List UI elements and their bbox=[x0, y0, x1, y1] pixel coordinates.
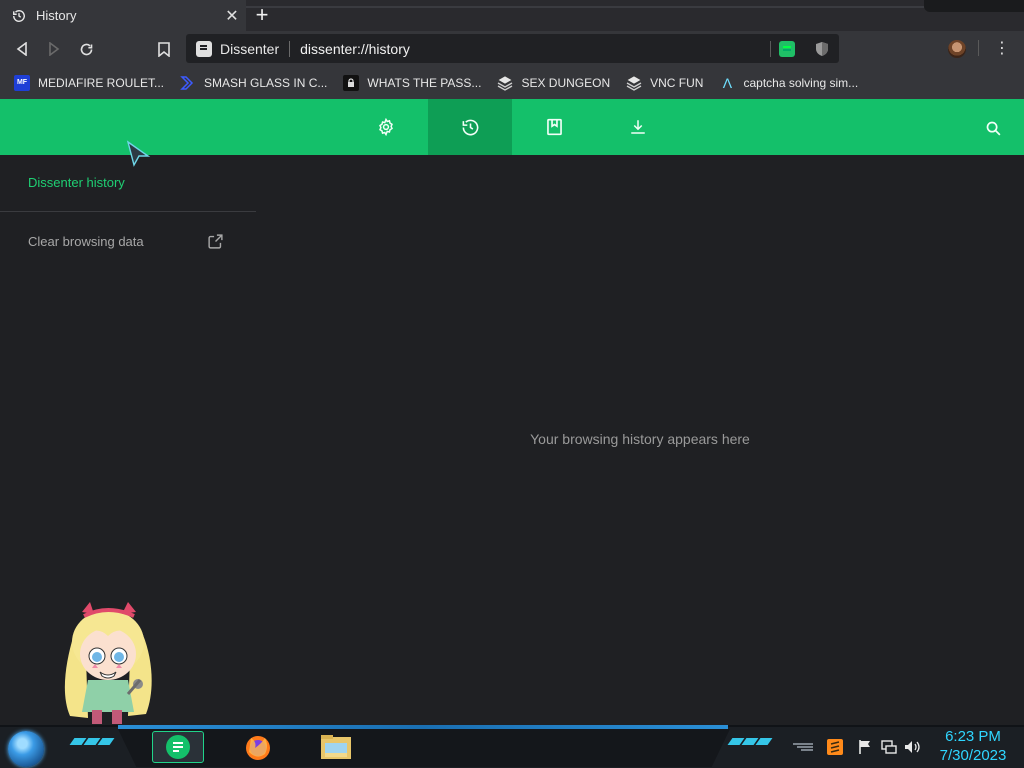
network-icon[interactable] bbox=[880, 738, 898, 756]
flag-icon bbox=[859, 740, 870, 754]
folder-icon bbox=[321, 735, 351, 759]
bookmarks-button[interactable] bbox=[512, 99, 596, 155]
mediafire-icon: MF bbox=[14, 74, 30, 91]
clock-date: 7/30/2023 bbox=[939, 747, 1007, 764]
url-text[interactable]: dissenter://history bbox=[300, 41, 770, 57]
forward-button[interactable] bbox=[40, 35, 68, 63]
new-tab-button[interactable]: + bbox=[251, 4, 273, 26]
dissenter-app-icon bbox=[166, 735, 190, 759]
download-icon bbox=[631, 120, 645, 134]
clear-browsing-data-label: Clear browsing data bbox=[28, 233, 144, 249]
extensions-divider bbox=[770, 40, 771, 57]
bookmark-item[interactable]: Λ captcha solving sim... bbox=[719, 75, 858, 91]
bookmark-label: VNC FUN bbox=[650, 75, 704, 90]
history-icon bbox=[12, 9, 26, 23]
start-button[interactable] bbox=[8, 731, 44, 767]
bookmark-label: SEX DUNGEON bbox=[521, 75, 611, 90]
bookmark-label: WHATS THE PASS... bbox=[367, 75, 482, 90]
tab-close-icon[interactable]: ✕ bbox=[220, 4, 244, 28]
bookmarks-bar: MF MEDIAFIRE ROULET... SMASH GLASS IN C.… bbox=[0, 66, 1024, 99]
tab-history[interactable]: History ✕ bbox=[0, 0, 246, 31]
search-button[interactable] bbox=[978, 113, 1008, 143]
bookmark-item[interactable]: MF MEDIAFIRE ROULET... bbox=[14, 74, 165, 91]
browser-toolbar: Dissenter dissenter://history bbox=[0, 31, 1024, 66]
bookmark-item[interactable]: SEX DUNGEON bbox=[497, 75, 610, 91]
empty-history-message: Your browsing history appears here bbox=[530, 431, 750, 447]
tab-strip: History ✕ + bbox=[0, 0, 1024, 31]
bookmark-label: captcha solving sim... bbox=[743, 75, 859, 90]
lock-icon bbox=[343, 74, 360, 91]
menu-divider bbox=[978, 40, 979, 56]
window-frame-decoration bbox=[924, 0, 1024, 12]
sidebar-title[interactable]: Dissenter history bbox=[28, 175, 125, 190]
history-app-bar bbox=[0, 99, 1024, 155]
address-bar[interactable]: Dissenter dissenter://history bbox=[186, 34, 839, 63]
firefox-taskbar-button[interactable] bbox=[232, 731, 284, 763]
bookmark-label: MEDIAFIRE ROULET... bbox=[38, 75, 165, 90]
shield-icon[interactable] bbox=[815, 41, 829, 57]
site-name: Dissenter bbox=[220, 40, 280, 57]
external-link-icon bbox=[208, 233, 223, 249]
gear-icon bbox=[379, 118, 393, 136]
layers-icon bbox=[497, 75, 514, 91]
clear-browsing-data-link[interactable]: Clear browsing data bbox=[28, 231, 224, 251]
reload-icon bbox=[80, 43, 92, 55]
taskbar-decoration bbox=[69, 738, 115, 748]
show-hidden-icons-button[interactable] bbox=[792, 738, 814, 756]
firefox-icon bbox=[246, 736, 270, 760]
dissenter-site-icon bbox=[196, 40, 212, 57]
taskbar-glow-line bbox=[118, 725, 728, 729]
search-icon bbox=[986, 121, 1000, 135]
omnibox-divider bbox=[289, 40, 291, 57]
tray-app-icon[interactable] bbox=[826, 738, 844, 756]
back-button[interactable] bbox=[8, 35, 36, 63]
history-icon bbox=[462, 119, 478, 135]
bookmark-item[interactable]: SMASH GLASS IN C... bbox=[180, 75, 327, 91]
file-explorer-taskbar-button[interactable] bbox=[310, 731, 362, 763]
downloads-button[interactable] bbox=[596, 99, 680, 155]
dissenter-taskbar-button[interactable] bbox=[152, 731, 204, 763]
bookmark-icon bbox=[158, 41, 170, 57]
tray-overflow-icon bbox=[793, 743, 813, 751]
profile-avatar[interactable] bbox=[948, 40, 966, 58]
volume-icon[interactable] bbox=[904, 738, 922, 756]
chevron-icon bbox=[180, 75, 196, 91]
bookmark-label: SMASH GLASS IN C... bbox=[204, 75, 328, 90]
back-icon bbox=[16, 42, 27, 56]
lambda-icon: Λ bbox=[722, 74, 733, 91]
dissenter-extension-icon[interactable] bbox=[779, 40, 795, 57]
forward-icon bbox=[49, 42, 60, 56]
layers-icon bbox=[626, 75, 642, 91]
browser-menu-icon[interactable]: ⋮ bbox=[990, 35, 1014, 61]
history-button[interactable] bbox=[428, 99, 512, 155]
desktop-mascot-image bbox=[64, 602, 152, 724]
bookmark-item[interactable]: VNC FUN bbox=[626, 75, 703, 91]
bookmark-button[interactable] bbox=[150, 35, 178, 63]
bookmark-item[interactable]: WHATS THE PASS... bbox=[343, 74, 482, 91]
taskbar-decoration bbox=[727, 738, 773, 748]
bookmarks-icon bbox=[546, 118, 562, 136]
taskbar-center-panel bbox=[118, 729, 730, 767]
tab-title: History bbox=[36, 8, 77, 23]
system-clock[interactable]: 6:23 PM 7/30/2023 bbox=[930, 727, 1016, 765]
settings-button[interactable] bbox=[344, 99, 428, 155]
reload-button[interactable] bbox=[72, 35, 100, 63]
sidebar-divider bbox=[0, 211, 256, 212]
action-center-icon[interactable] bbox=[856, 738, 874, 756]
tab-strip-line bbox=[246, 6, 924, 8]
clock-time: 6:23 PM bbox=[945, 728, 1001, 745]
sublime-icon bbox=[827, 739, 843, 755]
